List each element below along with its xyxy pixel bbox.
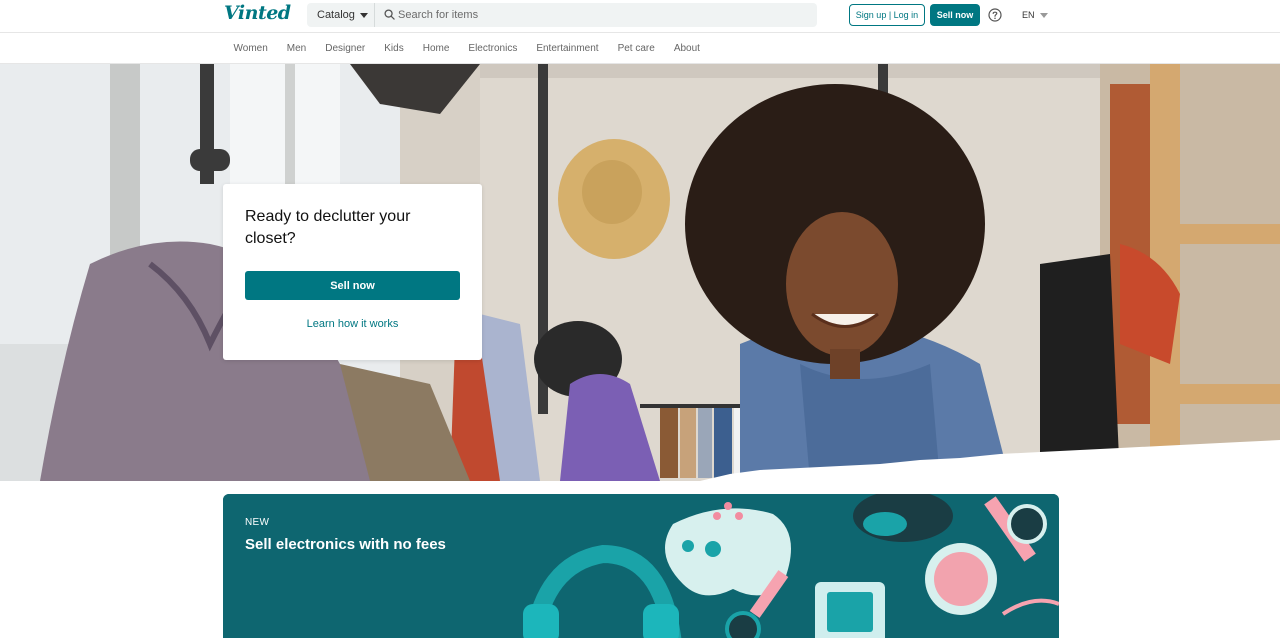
chevron-down-icon [1039,12,1048,18]
electronics-banner[interactable]: NEW Sell electronics with no fees [223,494,1059,638]
nav-item-entertainment[interactable]: Entertainment [527,43,608,54]
catalog-label: Catalog [317,9,355,21]
sell-now-button[interactable]: Sell now [245,271,460,300]
nav-item-about[interactable]: About [664,43,709,54]
search-input[interactable] [398,3,808,27]
nav-item-electronics[interactable]: Electronics [459,43,527,54]
nav-item-designer[interactable]: Designer [316,43,375,54]
declutter-title: Ready to declutter your closet? [245,208,411,247]
language-label: EN [1022,10,1035,20]
nav-item-women[interactable]: Women [224,43,277,54]
declutter-card: Ready to declutter your closet? Sell now… [223,184,482,360]
search-bar: Catalog [307,3,817,27]
sell-now-header-button[interactable]: Sell now [930,4,980,26]
language-selector[interactable]: EN [1022,10,1048,20]
nav-item-men[interactable]: Men [277,43,315,54]
top-header: Vinted Catalog Sign up | Log in Sell now… [0,0,1280,32]
banner-title: Sell electronics with no fees [245,536,446,553]
learn-how-link[interactable]: Learn how it works [245,318,460,330]
hero-image [0,64,1280,481]
question-circle-icon[interactable] [988,8,1002,22]
category-nav: Women Men Designer Kids Home Electronics… [0,32,1280,64]
hero-section [0,64,1280,481]
signup-login-button[interactable]: Sign up | Log in [849,4,925,26]
electronics-illustration [223,494,1059,638]
nav-item-home[interactable]: Home [413,43,459,54]
catalog-dropdown[interactable]: Catalog [307,3,375,27]
nav-item-kids[interactable]: Kids [375,43,413,54]
nav-item-pet-care[interactable]: Pet care [608,43,664,54]
search-icon [384,9,395,20]
chevron-down-icon [359,12,368,18]
banner-new-tag: NEW [245,517,270,528]
vinted-logo[interactable]: Vinted [224,2,291,24]
